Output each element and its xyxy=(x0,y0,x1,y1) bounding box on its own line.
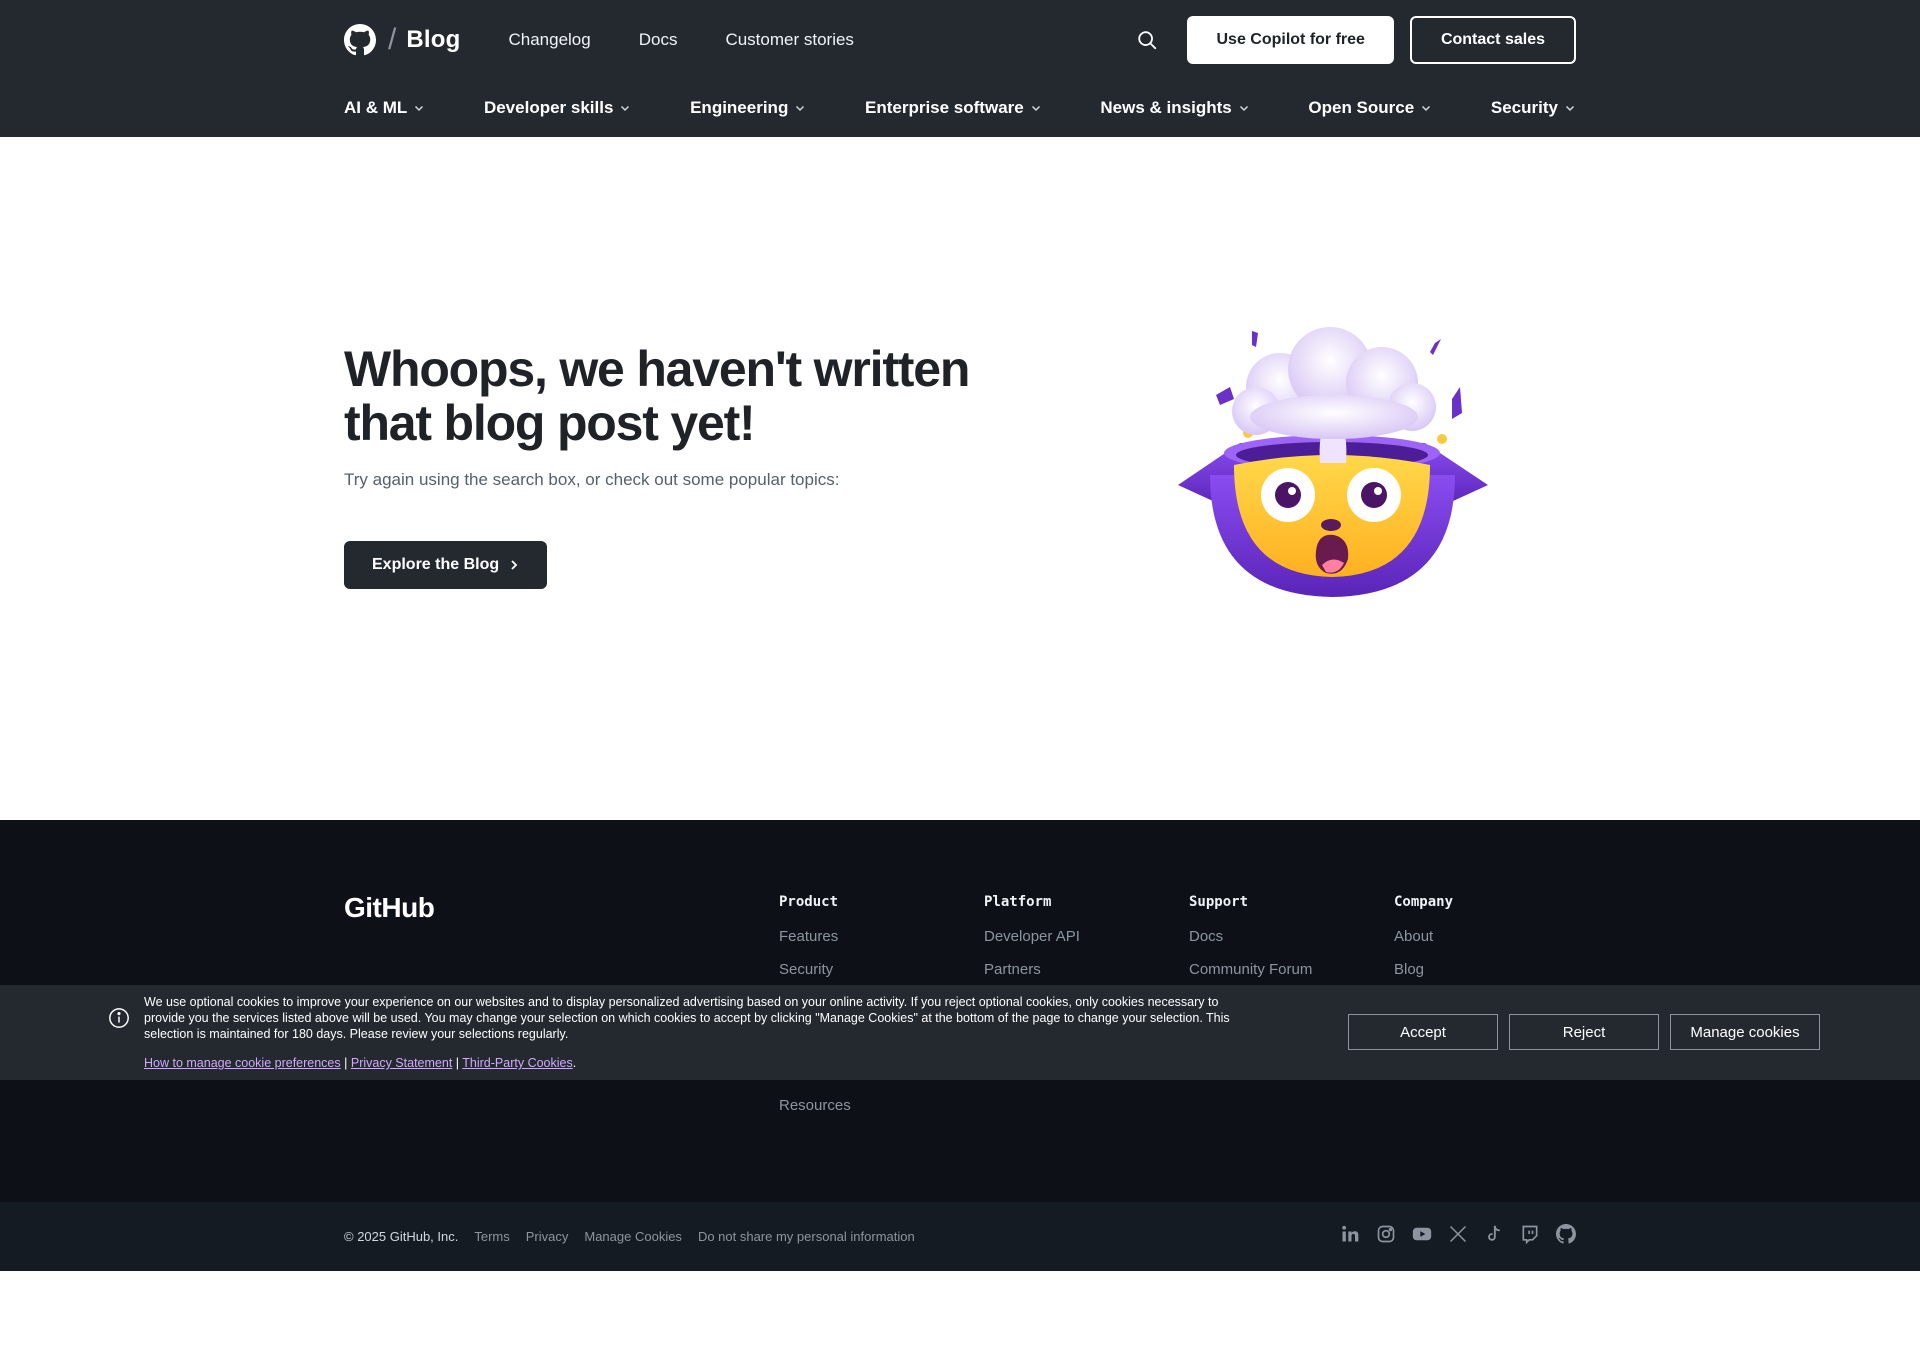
footer-column-company: Company About Blog xyxy=(1394,894,1453,994)
chevron-down-icon xyxy=(1565,105,1574,112)
category-label: Security xyxy=(1490,98,1558,117)
linkedin-link[interactable] xyxy=(1340,1224,1360,1244)
legal-links: © 2025 GitHub, Inc. Terms Privacy Manage… xyxy=(344,1229,915,1244)
site-header: / Blog Changelog Docs Customer stories U… xyxy=(0,0,1920,137)
explore-blog-button[interactable]: Explore the Blog xyxy=(344,541,548,589)
cookie-banner: We use optional cookies to improve your … xyxy=(0,985,1920,1080)
cookie-link-separator: | xyxy=(455,1056,460,1070)
chevron-down-icon xyxy=(1239,105,1248,112)
chevron-down-icon xyxy=(621,105,630,112)
x-link[interactable] xyxy=(1448,1224,1468,1244)
sub-footer: © 2025 GitHub, Inc. Terms Privacy Manage… xyxy=(0,1202,1920,1271)
social-links xyxy=(1340,1224,1576,1244)
brand-divider: / xyxy=(388,23,397,56)
legal-manage-cookies-link[interactable]: Manage Cookies xyxy=(584,1229,682,1244)
accept-cookies-button[interactable]: Accept xyxy=(1348,1014,1498,1050)
legal-do-not-share-link[interactable]: Do not share my personal information xyxy=(698,1229,915,1244)
linkedin-icon xyxy=(1342,1225,1359,1242)
category-ai-ml[interactable]: AI & ML xyxy=(344,98,425,118)
footer-column-platform: Platform Developer API Partners xyxy=(984,894,1080,994)
github-link[interactable] xyxy=(1556,1224,1576,1244)
youtube-icon xyxy=(1412,1227,1432,1241)
legal-privacy-link[interactable]: Privacy xyxy=(526,1229,569,1244)
category-enterprise-software[interactable]: Enterprise software xyxy=(865,98,1042,118)
mind-blown-mascot-illustration xyxy=(1178,327,1488,597)
manage-cookies-button[interactable]: Manage cookies xyxy=(1670,1014,1820,1050)
chevron-down-icon xyxy=(1031,105,1040,112)
cookie-link-separator: | xyxy=(344,1056,348,1070)
category-security[interactable]: Security xyxy=(1491,98,1576,118)
footer-column-heading: Product xyxy=(779,894,839,910)
category-label: AI & ML xyxy=(344,98,408,117)
footer-link-developer-api[interactable]: Developer API xyxy=(984,928,1080,945)
twitch-icon xyxy=(1522,1225,1538,1244)
chevron-down-icon xyxy=(415,105,424,112)
explore-blog-label: Explore the Blog xyxy=(372,556,500,573)
cookie-preferences-link[interactable]: How to manage cookie preferences xyxy=(144,1056,341,1070)
category-news-insights[interactable]: News & insights xyxy=(1100,98,1249,118)
tiktok-link[interactable] xyxy=(1484,1224,1504,1244)
contact-sales-button[interactable]: Contact sales xyxy=(1409,16,1576,64)
github-icon xyxy=(1556,1224,1576,1244)
footer-link-about[interactable]: About xyxy=(1394,928,1453,945)
search-icon xyxy=(1138,31,1157,50)
footer-link-docs[interactable]: Docs xyxy=(1189,928,1312,945)
footer-logo[interactable]: GitHub xyxy=(344,892,435,924)
footer-link-partners[interactable]: Partners xyxy=(984,961,1080,978)
chevron-down-icon xyxy=(1422,105,1431,112)
footer-link-features[interactable]: Features xyxy=(779,928,838,945)
footer-link-community-forum[interactable]: Community Forum xyxy=(1189,961,1312,978)
nav-customer-stories-link[interactable]: Customer stories xyxy=(725,30,853,50)
header-top-bar: / Blog Changelog Docs Customer stories U… xyxy=(344,16,1576,64)
page-subtitle: Try again using the search box, or check… xyxy=(344,470,840,489)
copyright: © 2025 GitHub, Inc. xyxy=(344,1229,459,1244)
footer-column-product: Product Features Security xyxy=(779,894,838,994)
twitch-link[interactable] xyxy=(1520,1224,1540,1244)
category-label: Enterprise software xyxy=(865,98,1024,117)
category-label: Open Source xyxy=(1308,98,1415,117)
github-logo-icon xyxy=(344,24,376,56)
privacy-statement-link[interactable]: Privacy Statement xyxy=(351,1056,452,1070)
footer-link-blog[interactable]: Blog xyxy=(1394,961,1453,978)
instagram-icon xyxy=(1377,1225,1395,1243)
search-button[interactable] xyxy=(1131,24,1163,56)
footer-link-security[interactable]: Security xyxy=(779,961,838,978)
chevron-down-icon xyxy=(796,105,805,112)
category-label: Engineering xyxy=(690,98,789,117)
third-party-cookies-link[interactable]: Third-Party Cookies xyxy=(462,1056,572,1070)
blog-home-link[interactable]: / Blog xyxy=(344,23,460,57)
chevron-right-icon xyxy=(511,560,518,570)
youtube-link[interactable] xyxy=(1412,1224,1432,1244)
footer-column-support: Support Docs Community Forum xyxy=(1189,894,1312,994)
footer-column-heading: Support xyxy=(1189,894,1249,910)
nav-docs-link[interactable]: Docs xyxy=(639,30,678,50)
tiktok-icon xyxy=(1488,1225,1500,1241)
top-nav: Changelog Docs Customer stories xyxy=(508,30,853,50)
category-nav: AI & ML Developer skills Engineering Ent… xyxy=(344,90,1576,126)
category-open-source[interactable]: Open Source xyxy=(1308,98,1432,118)
info-icon xyxy=(109,1008,129,1028)
footer-link-resources[interactable]: Resources xyxy=(779,1097,851,1114)
cookie-message: We use optional cookies to improve your … xyxy=(144,995,1230,1041)
category-engineering[interactable]: Engineering xyxy=(690,98,806,118)
cookie-links: How to manage cookie preferences | Priva… xyxy=(144,1056,576,1070)
instagram-link[interactable] xyxy=(1376,1224,1396,1244)
page-title: Whoops, we haven't written that blog pos… xyxy=(344,341,970,451)
nav-changelog-link[interactable]: Changelog xyxy=(508,30,590,50)
x-icon xyxy=(1449,1225,1467,1243)
use-copilot-button[interactable]: Use Copilot for free xyxy=(1187,16,1394,64)
blog-title: Blog xyxy=(406,26,461,53)
category-label: News & insights xyxy=(1100,98,1232,117)
category-developer-skills[interactable]: Developer skills xyxy=(484,98,631,118)
footer-column-heading: Company xyxy=(1394,894,1454,910)
header-actions: Use Copilot for free Contact sales xyxy=(1131,16,1576,64)
reject-cookies-button[interactable]: Reject xyxy=(1509,1014,1659,1050)
category-label: Developer skills xyxy=(483,98,614,117)
legal-terms-link[interactable]: Terms xyxy=(474,1229,509,1244)
footer-column-heading: Platform xyxy=(984,894,1052,910)
cookie-links-period: . xyxy=(572,1056,577,1070)
